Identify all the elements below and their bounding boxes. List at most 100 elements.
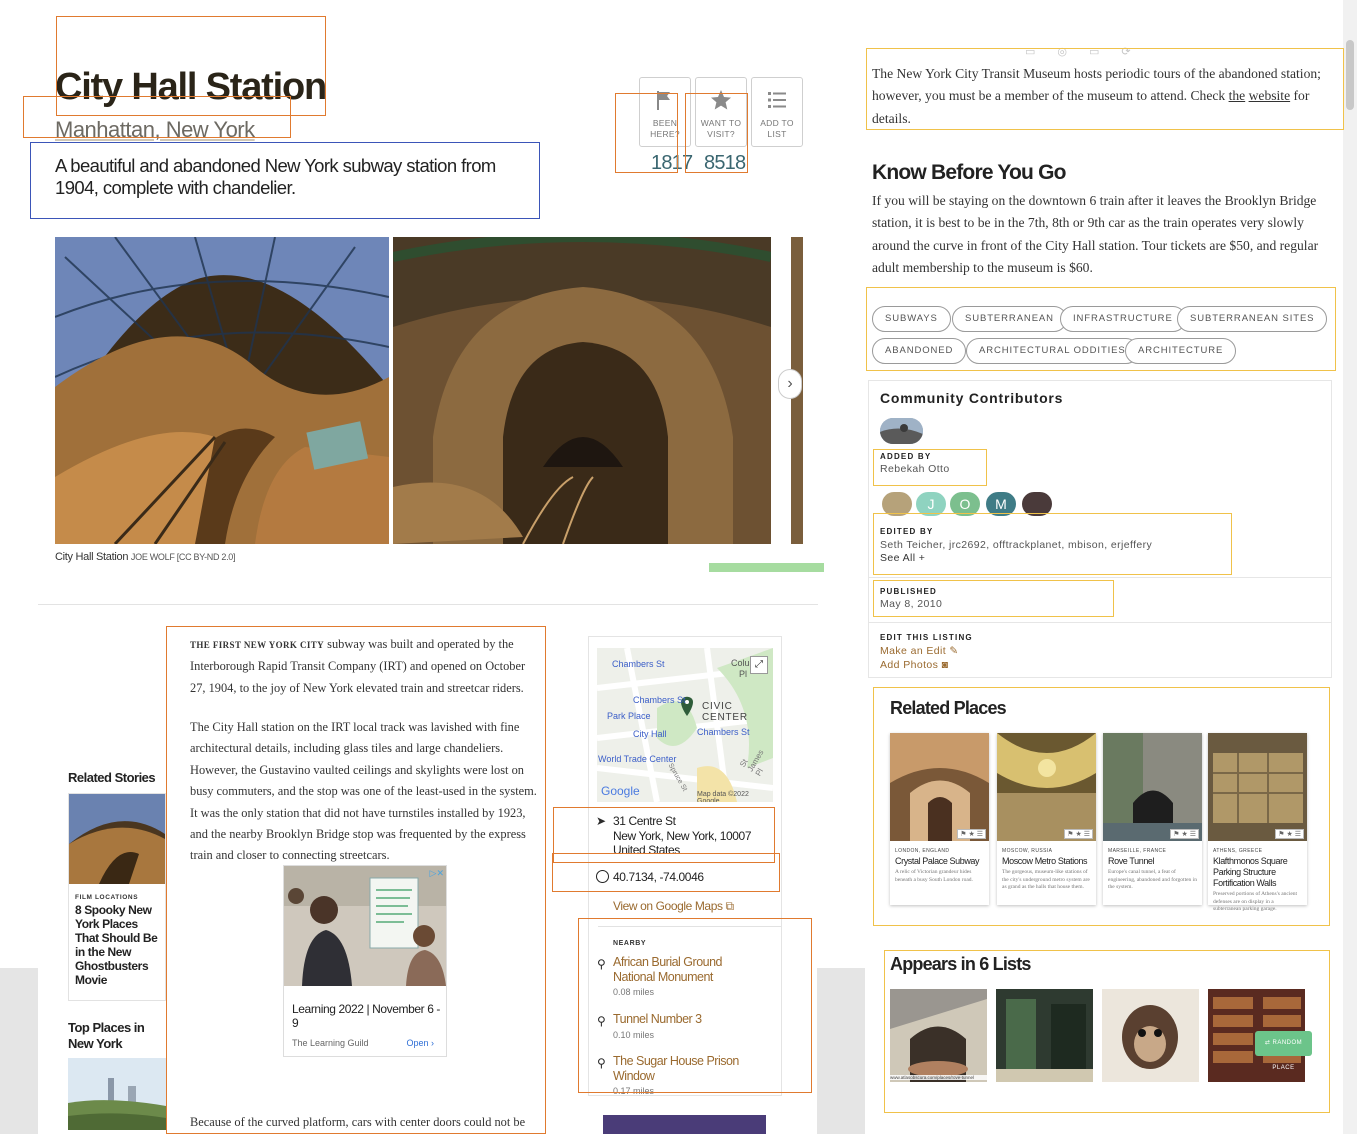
url-overlay: www.atlasobscura.com/places/rove-tunnel	[890, 1075, 987, 1080]
story-kicker: FILM LOCATIONS	[75, 894, 139, 901]
scrollbar-track[interactable]	[1343, 0, 1357, 1134]
google-maps-link[interactable]: View on Google Maps ⧉	[613, 899, 734, 914]
card-actions[interactable]: ⚑ ★ ☰	[1275, 829, 1304, 839]
related-place-desc: Europe's canal tunnel, a feat of enginee…	[1108, 869, 1197, 890]
tag-subterranean[interactable]: Subterranean	[952, 306, 1067, 332]
been-here-button[interactable]: Been here?	[639, 77, 691, 147]
avatar[interactable]: O	[948, 490, 982, 518]
nearby-name[interactable]: African Burial Ground National Monument	[613, 955, 763, 984]
published-block: PUBLISHED May 8, 2010	[880, 587, 942, 611]
related-place-image: ⚑ ★ ☰	[1208, 733, 1307, 841]
avatar[interactable]	[880, 490, 914, 518]
gallery-photo-2[interactable]	[393, 237, 771, 544]
related-place-image: ⚑ ★ ☰	[1103, 733, 1202, 841]
related-place-desc: A relic of Victorian grandeur hides bene…	[895, 869, 973, 883]
related-place-title[interactable]: Moscow Metro Stations	[997, 856, 1096, 867]
tag-architectural-oddities[interactable]: Architectural Oddities	[966, 338, 1139, 364]
related-place-title[interactable]: Crystal Palace Subway	[890, 856, 989, 867]
map-view[interactable]: Chambers St Chambers St Park Place City …	[597, 648, 773, 802]
map-label-columbus-2: Pl	[739, 669, 748, 679]
gallery-photo-1[interactable]	[55, 237, 389, 544]
advertisement[interactable]: ▷✕ Learning 2022 | November 6 - 9 The Le…	[283, 865, 447, 1057]
map-label-chambers-2: Chambers St	[633, 695, 686, 705]
related-place-card[interactable]: ⚑ ★ ☰ London, England Crystal Palace Sub…	[890, 733, 989, 905]
map-label-city-hall: City Hall	[633, 729, 667, 739]
related-place-title[interactable]: Rove Tunnel	[1103, 856, 1202, 867]
flag-icon	[657, 91, 670, 110]
contributors-heading: Community Contributors	[880, 390, 1064, 406]
list-image[interactable]	[1102, 989, 1199, 1082]
related-place-image: ⚑ ★ ☰	[997, 733, 1096, 841]
related-place-card[interactable]: ⚑ ★ ☰ Athens, Greece Klafthmonos Square …	[1208, 733, 1307, 912]
see-all-link[interactable]: See All +	[880, 552, 1225, 565]
ad-title[interactable]: Learning 2022 | November 6 - 9	[292, 1002, 446, 1030]
top-place-image[interactable]	[68, 1058, 166, 1130]
ad-open-label: Open	[406, 1038, 429, 1048]
add-to-list-label: Add to list	[760, 118, 794, 139]
edited-by-names[interactable]: Seth Teicher, jrc2692, offtrackplanet, m…	[880, 539, 1225, 552]
want-to-visit-button[interactable]: Want to visit?	[695, 77, 747, 147]
tour-link-the[interactable]: the	[1229, 88, 1246, 103]
been-here-label: Been here?	[650, 118, 680, 139]
fullscreen-icon[interactable]: ⤢	[750, 656, 768, 674]
shuffle-icon: ⇄	[1264, 1040, 1271, 1046]
green-bar	[709, 563, 824, 572]
add-to-list-button[interactable]: Add to list	[751, 77, 803, 147]
camera-icon: ◙	[941, 659, 949, 671]
tag-subterranean-sites[interactable]: Subterranean Sites	[1177, 306, 1328, 332]
website-link[interactable]: website	[1249, 88, 1291, 103]
nearby-item-2[interactable]: Tunnel Number 3 0.10 miles	[613, 1012, 763, 1040]
avatar[interactable]	[1020, 490, 1054, 518]
tag-infrastructure[interactable]: Infrastructure	[1060, 306, 1186, 332]
list-icon	[768, 92, 786, 108]
story-title[interactable]: 8 Spooky New York Places That Should Be …	[69, 903, 165, 993]
chevron-right-icon[interactable]: ›	[778, 369, 802, 399]
avatar[interactable]	[880, 418, 923, 444]
avatar[interactable]: M	[984, 490, 1018, 518]
share-icons[interactable]: ▭◎▭⟳	[1025, 45, 1175, 58]
section-divider	[38, 604, 818, 605]
nearby-item-1[interactable]: African Burial Ground National Monument …	[613, 955, 763, 997]
ad-open-link[interactable]: Open ›	[406, 1038, 434, 1048]
list-image[interactable]	[996, 989, 1093, 1082]
avatar[interactable]: J	[914, 490, 948, 518]
related-place-title[interactable]: Klafthmonos Square Parking Structure For…	[1208, 856, 1307, 889]
related-place-desc: Preserved portions of Athens's ancient d…	[1213, 891, 1298, 912]
scrollbar-thumb[interactable]	[1346, 40, 1354, 110]
compass-icon	[596, 870, 609, 883]
tag-architecture[interactable]: Architecture	[1125, 338, 1237, 364]
nearby-item-3[interactable]: The Sugar House Prison Window 0.17 miles	[613, 1054, 773, 1096]
edit-listing-label: EDIT THIS LISTING	[880, 633, 973, 642]
related-place-kicker: Marseille, France	[1108, 848, 1167, 854]
google-maps-link-label: View on Google Maps	[613, 899, 723, 913]
location-link[interactable]: Manhattan, New York	[55, 117, 255, 143]
list-image[interactable]: www.atlasobscura.com/places/rove-tunnel	[890, 989, 987, 1082]
card-actions[interactable]: ⚑ ★ ☰	[1064, 829, 1093, 839]
make-edit-link[interactable]: Make an Edit ✎	[880, 644, 973, 658]
want-to-visit-count: 8518	[704, 152, 746, 174]
caption-credit: Joe Wolf [CC BY-ND 2.0]	[130, 552, 236, 562]
tag-subways[interactable]: Subways	[872, 306, 951, 332]
tour-paragraph: The New York City Transit Museum hosts p…	[872, 63, 1337, 130]
story-card[interactable]: FILM LOCATIONS 8 Spooky New York Places …	[68, 793, 166, 1001]
related-place-card[interactable]: ⚑ ★ ☰ Moscow, Russia Moscow Metro Statio…	[997, 733, 1096, 905]
promo-banner[interactable]	[603, 1115, 766, 1134]
add-photos-link[interactable]: Add Photos ◙	[880, 658, 973, 672]
added-by-name[interactable]: Rebekah Otto	[880, 463, 950, 476]
address-line-3: United States	[613, 843, 680, 857]
related-place-card[interactable]: ⚑ ★ ☰ Marseille, France Rove Tunnel Euro…	[1103, 733, 1202, 905]
nearby-name[interactable]: The Sugar House Prison Window	[613, 1054, 773, 1083]
card-actions[interactable]: ⚑ ★ ☰	[1170, 829, 1199, 839]
navigation-arrow-icon: ➤	[596, 814, 607, 828]
edited-by-label: EDITED BY	[880, 527, 934, 536]
card-actions[interactable]: ⚑ ★ ☰	[957, 829, 986, 839]
been-here-count: 1817	[651, 152, 693, 174]
tag-abandoned[interactable]: Abandoned	[872, 338, 967, 364]
related-stories-heading: Related Stories	[68, 770, 156, 785]
nearby-name[interactable]: Tunnel Number 3	[613, 1012, 763, 1027]
edited-by-block: EDITED BY Seth Teicher, jrc2692, offtrac…	[880, 527, 1225, 565]
random-place-button[interactable]: ⇄ RANDOM PLACE	[1255, 1031, 1312, 1071]
map-label-columbus: Colu	[731, 658, 750, 668]
ad-choices-icon[interactable]: ▷✕	[430, 868, 444, 879]
map-data-credit: Map data ©2022 Google	[697, 791, 749, 802]
